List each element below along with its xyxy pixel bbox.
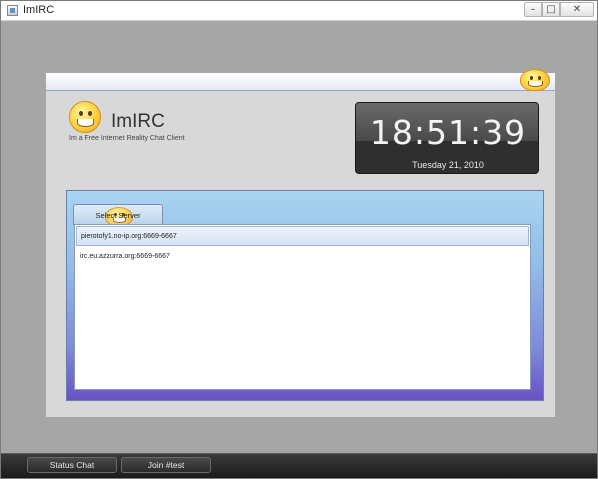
application-window: ImIRC – □ ✕ ImIRC Im a Free Internet Rea… <box>0 0 598 479</box>
title-bar[interactable]: ImIRC – □ ✕ <box>1 1 597 21</box>
tab-select-server-label: Select Server <box>95 211 141 220</box>
status-chat-button[interactable]: Status Chat <box>27 457 117 473</box>
smiley-icon <box>520 69 550 91</box>
clock-widget: 18:51:39 Tuesday 21, 2010 <box>355 102 539 174</box>
clock-date: Tuesday 21, 2010 <box>412 160 484 170</box>
server-list[interactable]: pierotofy1.no-ip.org:6669-6667 irc.eu.az… <box>74 224 531 390</box>
app-icon <box>7 5 18 16</box>
bottom-toolbar: Status Chat Join #test <box>1 453 597 478</box>
panel-header-stripe <box>46 73 555 91</box>
logo-smiley-icon <box>69 101 101 133</box>
join-channel-button[interactable]: Join #test <box>121 457 211 473</box>
maximize-button[interactable]: □ <box>542 2 560 17</box>
app-name: ImIRC <box>111 111 165 132</box>
close-button[interactable]: ✕ <box>560 2 594 17</box>
clock-time: 18:51:39 <box>369 113 527 152</box>
app-tagline: Im a Free Internet Reality Chat Client <box>69 135 185 142</box>
server-list-item-selected[interactable]: pierotofy1.no-ip.org:6669-6667 <box>76 226 529 246</box>
minimize-button[interactable]: – <box>524 2 542 17</box>
window-title: ImIRC <box>23 4 55 16</box>
server-list-item[interactable]: irc.eu.azzurra.org:6669-6667 <box>76 247 529 267</box>
